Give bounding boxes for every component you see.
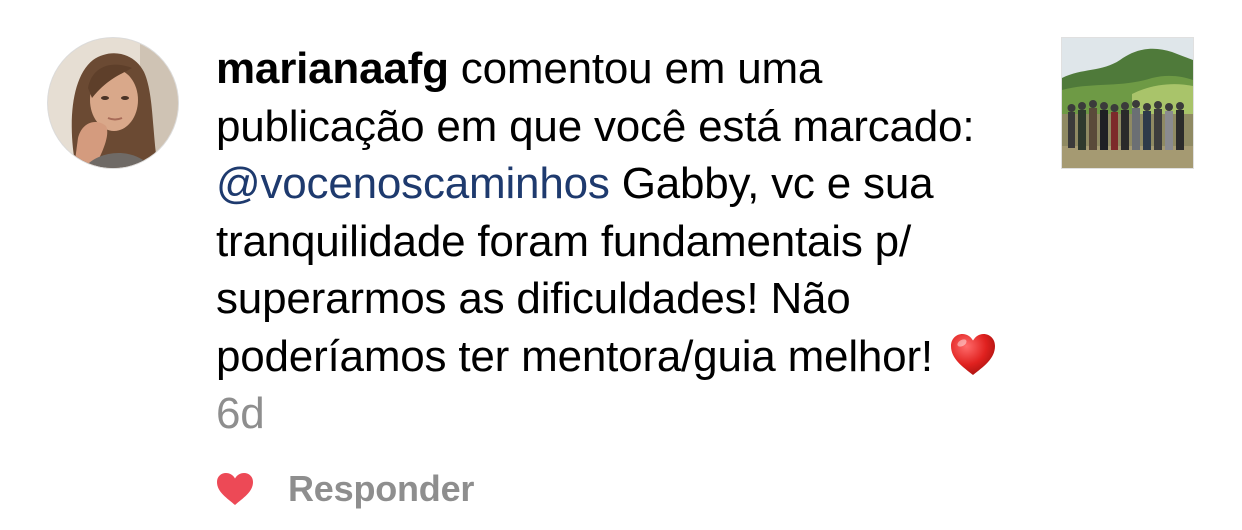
reply-button[interactable]: Responder — [288, 468, 474, 510]
timestamp: 6d — [216, 389, 265, 438]
post-photo — [1062, 38, 1193, 168]
red-heart-emoji — [949, 333, 997, 377]
avatar-photo — [48, 38, 178, 168]
heart-icon[interactable] — [216, 472, 254, 506]
post-thumbnail[interactable] — [1062, 38, 1193, 168]
username-link[interactable]: marianaafg — [216, 44, 449, 93]
notification-text: marianaafg comentou em uma publicação em… — [216, 40, 1016, 443]
comment-actions: Responder — [216, 464, 474, 514]
mention-link[interactable]: @vocenoscaminhos — [216, 159, 610, 208]
comment-notification[interactable]: marianaafg comentou em uma publicação em… — [0, 0, 1242, 530]
user-avatar[interactable] — [48, 38, 178, 168]
